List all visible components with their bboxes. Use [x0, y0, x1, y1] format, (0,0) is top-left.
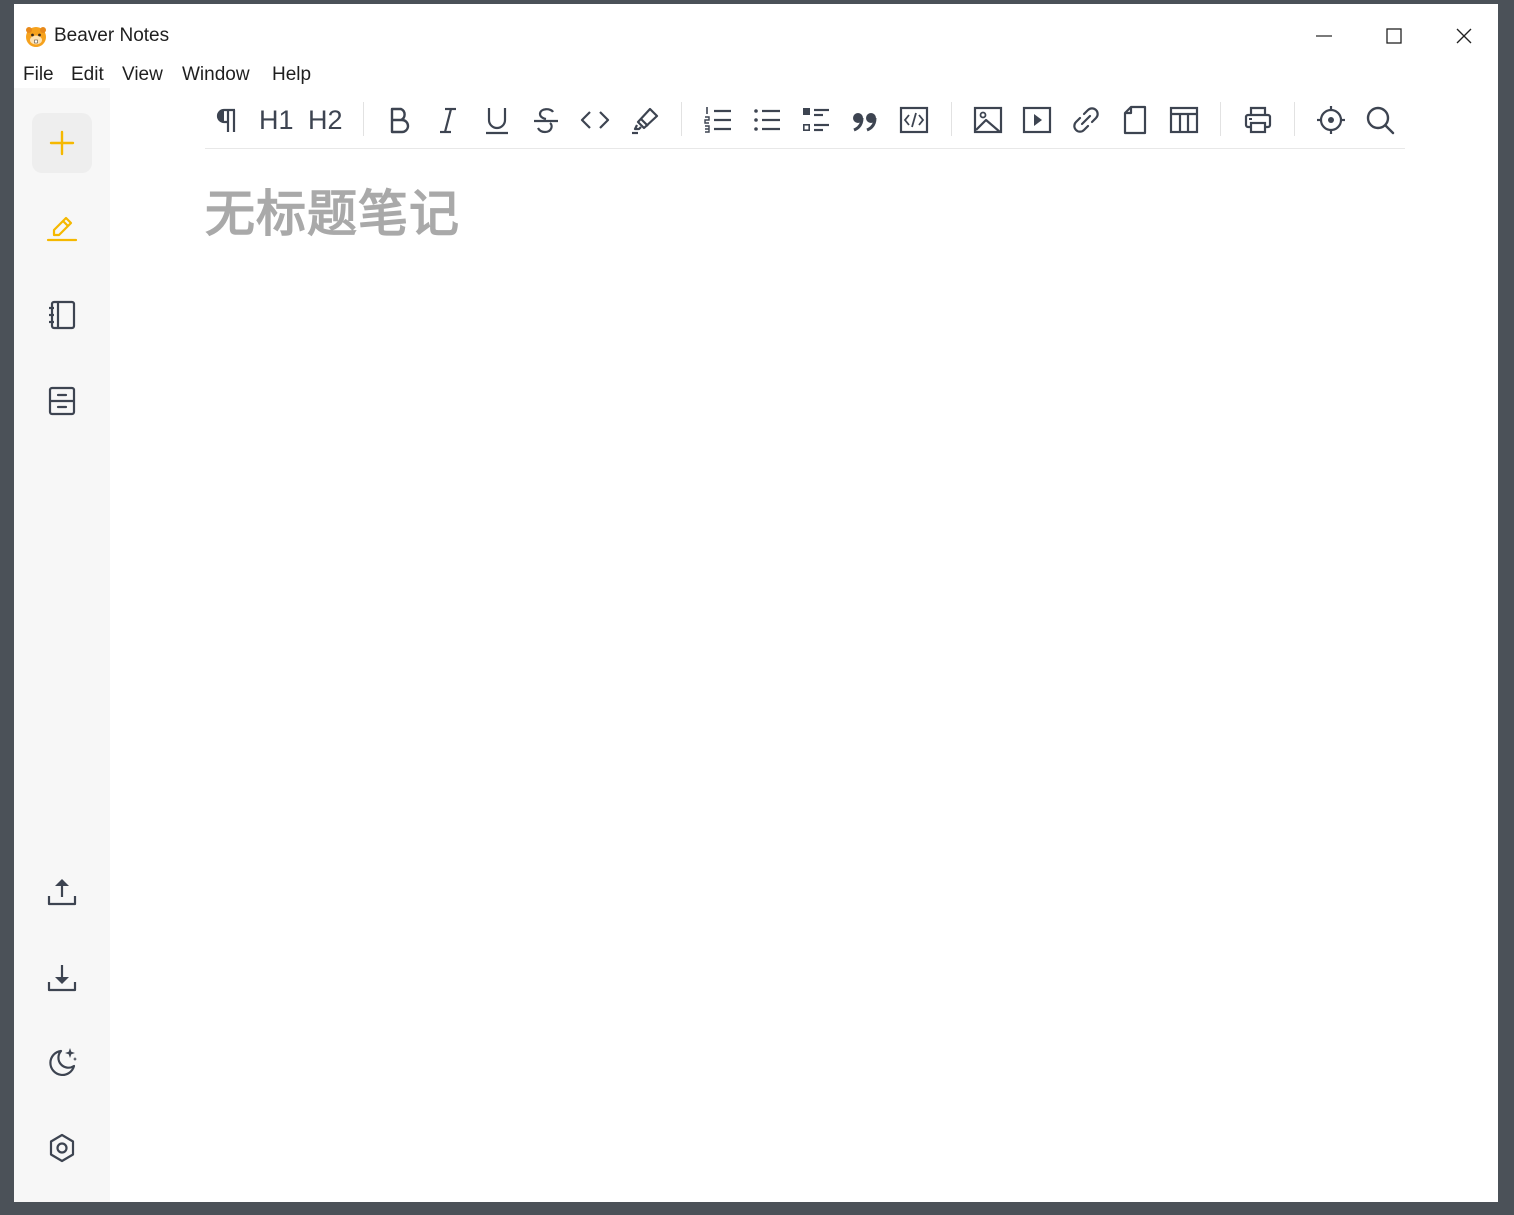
editor-toolbar: H1 H2 [205, 96, 1405, 149]
pencil-icon [46, 216, 78, 242]
locate-icon [1317, 106, 1345, 134]
maximize-button[interactable] [1374, 22, 1414, 50]
paragraph-button[interactable] [210, 102, 246, 138]
file-icon [1123, 105, 1147, 135]
menu-view[interactable]: View [122, 62, 163, 88]
import-button[interactable] [32, 948, 92, 1008]
underline-button[interactable] [479, 102, 515, 138]
close-button[interactable] [1444, 22, 1484, 50]
toolbar-separator [1220, 102, 1221, 136]
insert-image-button[interactable] [970, 102, 1006, 138]
maximize-icon [1386, 28, 1402, 44]
bold-button[interactable] [381, 102, 417, 138]
download-icon [47, 965, 77, 992]
ordered-list-icon [704, 107, 731, 133]
bold-icon [390, 107, 410, 134]
settings-hexagon-icon [49, 1133, 75, 1163]
strikethrough-icon [534, 108, 558, 134]
dark-mode-button[interactable] [32, 1032, 92, 1092]
strikethrough-button[interactable] [528, 102, 564, 138]
toolbar-separator [363, 102, 364, 136]
archive-button[interactable] [32, 371, 92, 431]
close-icon [1456, 28, 1472, 44]
settings-button[interactable] [32, 1118, 92, 1178]
plus-icon [49, 130, 75, 156]
title-bar: Beaver Notes [14, 14, 1498, 58]
italic-button[interactable] [430, 102, 466, 138]
sidebar [14, 88, 110, 1202]
minimize-button[interactable] [1304, 22, 1344, 50]
heading-2-button[interactable]: H2 [306, 102, 343, 138]
heading-1-button[interactable]: H1 [257, 102, 294, 138]
code-icon [580, 111, 610, 129]
highlighter-icon [632, 107, 659, 135]
app-window: Beaver Notes File Edit View Window Help [0, 0, 1514, 1215]
italic-icon [440, 107, 456, 134]
inline-code-button[interactable] [577, 102, 613, 138]
blockquote-button[interactable] [847, 102, 883, 138]
menu-edit[interactable]: Edit [71, 62, 104, 88]
quote-icon [853, 113, 877, 132]
menu-window[interactable]: Window [182, 62, 250, 88]
code-block-icon [899, 106, 929, 134]
upload-icon [47, 879, 77, 906]
export-button[interactable] [32, 862, 92, 922]
code-block-button[interactable] [896, 102, 932, 138]
h1-label: H1 [259, 105, 294, 135]
editor-button[interactable] [32, 199, 92, 259]
notebook-icon [49, 300, 76, 330]
highlight-button[interactable] [626, 102, 662, 138]
archive-icon [48, 386, 76, 416]
link-icon [1073, 107, 1099, 133]
ordered-list-button[interactable] [700, 102, 736, 138]
beaver-logo-icon [26, 27, 46, 47]
image-icon [973, 106, 1003, 134]
insert-file-button[interactable] [1117, 102, 1153, 138]
paragraph-icon [216, 108, 236, 132]
h2-label: H2 [308, 105, 343, 135]
video-icon [1022, 106, 1052, 134]
bullet-list-icon [754, 109, 780, 131]
bullet-list-button[interactable] [749, 102, 785, 138]
moon-sparkle-icon [49, 1048, 77, 1076]
toolbar-separator [1294, 102, 1295, 136]
window-title: Beaver Notes [54, 25, 170, 46]
underline-icon [486, 108, 508, 135]
task-list-button[interactable] [798, 102, 834, 138]
search-button[interactable] [1362, 102, 1398, 138]
toolbar-separator [681, 102, 682, 136]
menu-help[interactable]: Help [272, 62, 311, 88]
table-icon [1169, 106, 1199, 134]
minimize-icon [1316, 35, 1332, 37]
notebooks-button[interactable] [32, 285, 92, 345]
insert-link-button[interactable] [1068, 102, 1104, 138]
toolbar-separator [951, 102, 952, 136]
task-list-icon [802, 108, 829, 132]
print-icon [1244, 106, 1272, 134]
menu-file[interactable]: File [23, 62, 54, 88]
focus-mode-button[interactable] [1313, 102, 1349, 138]
print-button[interactable] [1240, 102, 1276, 138]
new-note-button[interactable] [32, 113, 92, 173]
search-icon [1366, 106, 1395, 135]
note-title-placeholder[interactable]: 无标题笔记 [205, 182, 460, 246]
insert-table-button[interactable] [1166, 102, 1202, 138]
insert-video-button[interactable] [1019, 102, 1055, 138]
